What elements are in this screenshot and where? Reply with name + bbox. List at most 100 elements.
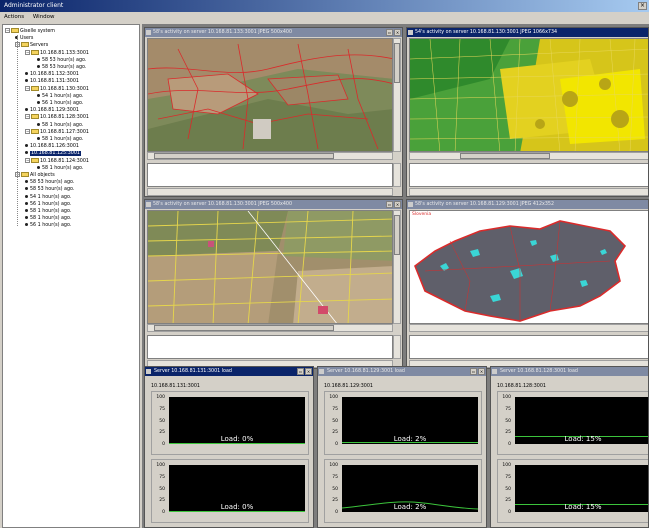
load-window-1[interactable]: Server 10.168.81.131:3001 load ▫ × 10.168… (144, 366, 314, 528)
log-horizontal-scrollbar[interactable] (409, 188, 648, 196)
close-button[interactable]: × (394, 29, 401, 36)
tree-item-object[interactable]: 56 1 hour(s) ago. (37, 100, 83, 107)
activity-log-area[interactable] (147, 335, 393, 359)
country-map-image (410, 211, 648, 323)
close-window-button[interactable]: × (638, 2, 647, 10)
scroll-thumb[interactable] (460, 153, 550, 159)
activity-window-1-titlebar[interactable]: 58's activity on server 10.168.81.133:30… (145, 28, 402, 37)
activity-window-2-titlebar[interactable]: 54's activity on server 10.168.81.130:30… (407, 28, 648, 37)
expand-toggle-icon[interactable]: − (25, 85, 30, 91)
menu-actions[interactable]: Actions (4, 14, 24, 20)
scroll-thumb[interactable] (154, 325, 334, 331)
tree-item-server[interactable]: 10.168.81.125:3001 (25, 150, 81, 157)
expand-toggle-icon[interactable]: − (25, 128, 30, 134)
tick-label: 100 (156, 463, 165, 468)
scroll-thumb[interactable] (394, 215, 400, 255)
image-horizontal-scrollbar[interactable] (147, 324, 393, 332)
tree-item-object[interactable]: 58 53 hour(s) ago. (37, 64, 86, 71)
field-map-image (148, 211, 392, 323)
activity-log-area[interactable] (409, 335, 648, 359)
expand-toggle-icon[interactable]: − (25, 157, 30, 163)
expand-toggle-icon[interactable]: − (25, 114, 30, 120)
maximize-button[interactable]: ▫ (470, 368, 477, 375)
tree-item-object[interactable]: 58 53 hour(s) ago. (25, 179, 74, 186)
load-line (169, 511, 305, 512)
expand-toggle-icon[interactable]: − (5, 28, 10, 33)
tick-label: 100 (502, 395, 511, 400)
scroll-thumb[interactable] (394, 43, 400, 83)
close-button[interactable]: × (305, 368, 312, 375)
tree-item-object[interactable]: 56 1 hour(s) ago. (25, 222, 71, 229)
tree-item-server[interactable]: − 10.168.81.127:3001 (25, 128, 89, 136)
activity-log-area[interactable] (147, 163, 393, 187)
log-horizontal-scrollbar[interactable] (147, 188, 393, 196)
tree-item-servers[interactable]: − Servers (15, 42, 48, 49)
tree-item-label: 58 1 hour(s) ago. (42, 122, 84, 128)
tick-label: 0 (508, 442, 511, 447)
image-vertical-scrollbar[interactable] (393, 210, 401, 324)
folder-icon (31, 85, 39, 91)
maximize-button[interactable]: ▫ (386, 29, 393, 36)
folder-icon (11, 28, 19, 33)
tree-item-server[interactable]: − 10.168.81.133:3001 (25, 49, 89, 57)
activity-log-area[interactable] (409, 163, 648, 187)
load-window-1-title: Server 10.168.81.131:3001 load (154, 369, 232, 374)
tree-item-label: 56 1 hour(s) ago. (42, 101, 84, 106)
activity-window-2[interactable]: 54's activity on server 10.168.81.130:30… (406, 27, 649, 197)
aerial-map-image (148, 39, 392, 151)
load-window-3-titlebar[interactable]: Server 10.168.81.128:3001 load (491, 367, 648, 376)
tree-item-object[interactable]: 58 1 hour(s) ago. (37, 136, 83, 143)
tree-item-object[interactable]: 54 1 hour(s) ago. (25, 194, 71, 201)
maximize-button[interactable]: ▫ (297, 368, 304, 375)
activity-window-3[interactable]: 58's activity on server 10.168.81.130:30… (144, 199, 403, 369)
tree-item-object[interactable]: 58 1 hour(s) ago. (37, 165, 83, 172)
expand-toggle-icon[interactable]: − (25, 49, 30, 55)
activity-window-1[interactable]: 58's activity on server 10.168.81.133:30… (144, 27, 403, 197)
log-vertical-scrollbar[interactable] (393, 163, 401, 187)
tree-item-server[interactable]: 10.168.81.129:3001 (25, 107, 79, 114)
tree-item-server[interactable]: 10.168.81.131:3001 (25, 78, 79, 85)
load-window-1-titlebar[interactable]: Server 10.168.81.131:3001 load ▫ × (145, 367, 313, 376)
load-graph-panel-1: 100 75 50 25 0 Load: 0% (151, 391, 309, 455)
tree-item-object[interactable]: 58 1 hour(s) ago. (25, 208, 71, 215)
tree-item-object[interactable]: 58 53 hour(s) ago. (37, 57, 86, 64)
object-tree[interactable]: − Giselle system Users − Servers −10.168.81.1… (2, 24, 140, 528)
tree-item-object[interactable]: 58 1 hour(s) ago. (25, 215, 71, 222)
log-vertical-scrollbar[interactable] (393, 335, 401, 359)
scroll-thumb[interactable] (154, 153, 334, 159)
tree-item-server[interactable]: − 10.168.81.124:3001 (25, 157, 89, 165)
application-window: Administrator client × Actions Window − G… (0, 0, 649, 528)
load-window-2-titlebar[interactable]: Server 10.168.81.129:3001 load ▫ × (318, 367, 486, 376)
image-horizontal-scrollbar[interactable] (147, 152, 393, 160)
image-vertical-scrollbar[interactable] (393, 38, 401, 152)
tree-item-label: 10.168.81.132:3001 (30, 72, 79, 78)
tick-label: 0 (335, 510, 338, 515)
tree-item-object[interactable]: 58 1 hour(s) ago. (37, 122, 83, 129)
object-bullet-icon (37, 122, 40, 126)
tree-item-server[interactable]: 10.168.81.126:3001 (25, 143, 79, 150)
image-horizontal-scrollbar[interactable] (409, 324, 648, 332)
tree-item-all-objects[interactable]: − All objects (15, 172, 55, 179)
activity-window-3-titlebar[interactable]: 58's activity on server 10.168.81.130:30… (145, 200, 402, 209)
load-graph: Load: 0% (169, 397, 305, 444)
menu-window[interactable]: Window (33, 14, 55, 20)
tree-item-object[interactable]: 54 1 hour(s) ago. (37, 93, 83, 100)
tick-label: 25 (159, 498, 165, 503)
tree-item-object[interactable]: 58 53 hour(s) ago. (25, 186, 74, 193)
desktop-pane: 58's activity on server 10.168.81.133:30… (142, 24, 649, 528)
image-horizontal-scrollbar[interactable] (409, 152, 648, 160)
tick-label: 100 (156, 395, 165, 400)
maximize-button[interactable]: ▫ (386, 201, 393, 208)
tree-item-server[interactable]: − 10.168.81.130:3001 (25, 85, 89, 93)
load-window-2[interactable]: Server 10.168.81.129:3001 load ▫ × 10.168… (317, 366, 487, 528)
tree-item-server[interactable]: 10.168.81.132:3001 (25, 71, 79, 78)
close-button[interactable]: × (478, 368, 485, 375)
tree-item-object[interactable]: 56 1 hour(s) ago. (25, 201, 71, 208)
tree-item-label: 10.168.81.126:3001 (30, 144, 79, 150)
close-button[interactable]: × (394, 201, 401, 208)
activity-window-4-titlebar[interactable]: 58's activity on server 10.168.81.129:30… (407, 200, 648, 209)
load-window-3[interactable]: Server 10.168.81.128:3001 load 10.168.81… (490, 366, 649, 528)
tree-item-server[interactable]: − 10.168.81.128:3001 (25, 114, 89, 121)
activity-window-4[interactable]: 58's activity on server 10.168.81.129:30… (406, 199, 649, 369)
tree-root[interactable]: − Giselle system (5, 28, 55, 35)
